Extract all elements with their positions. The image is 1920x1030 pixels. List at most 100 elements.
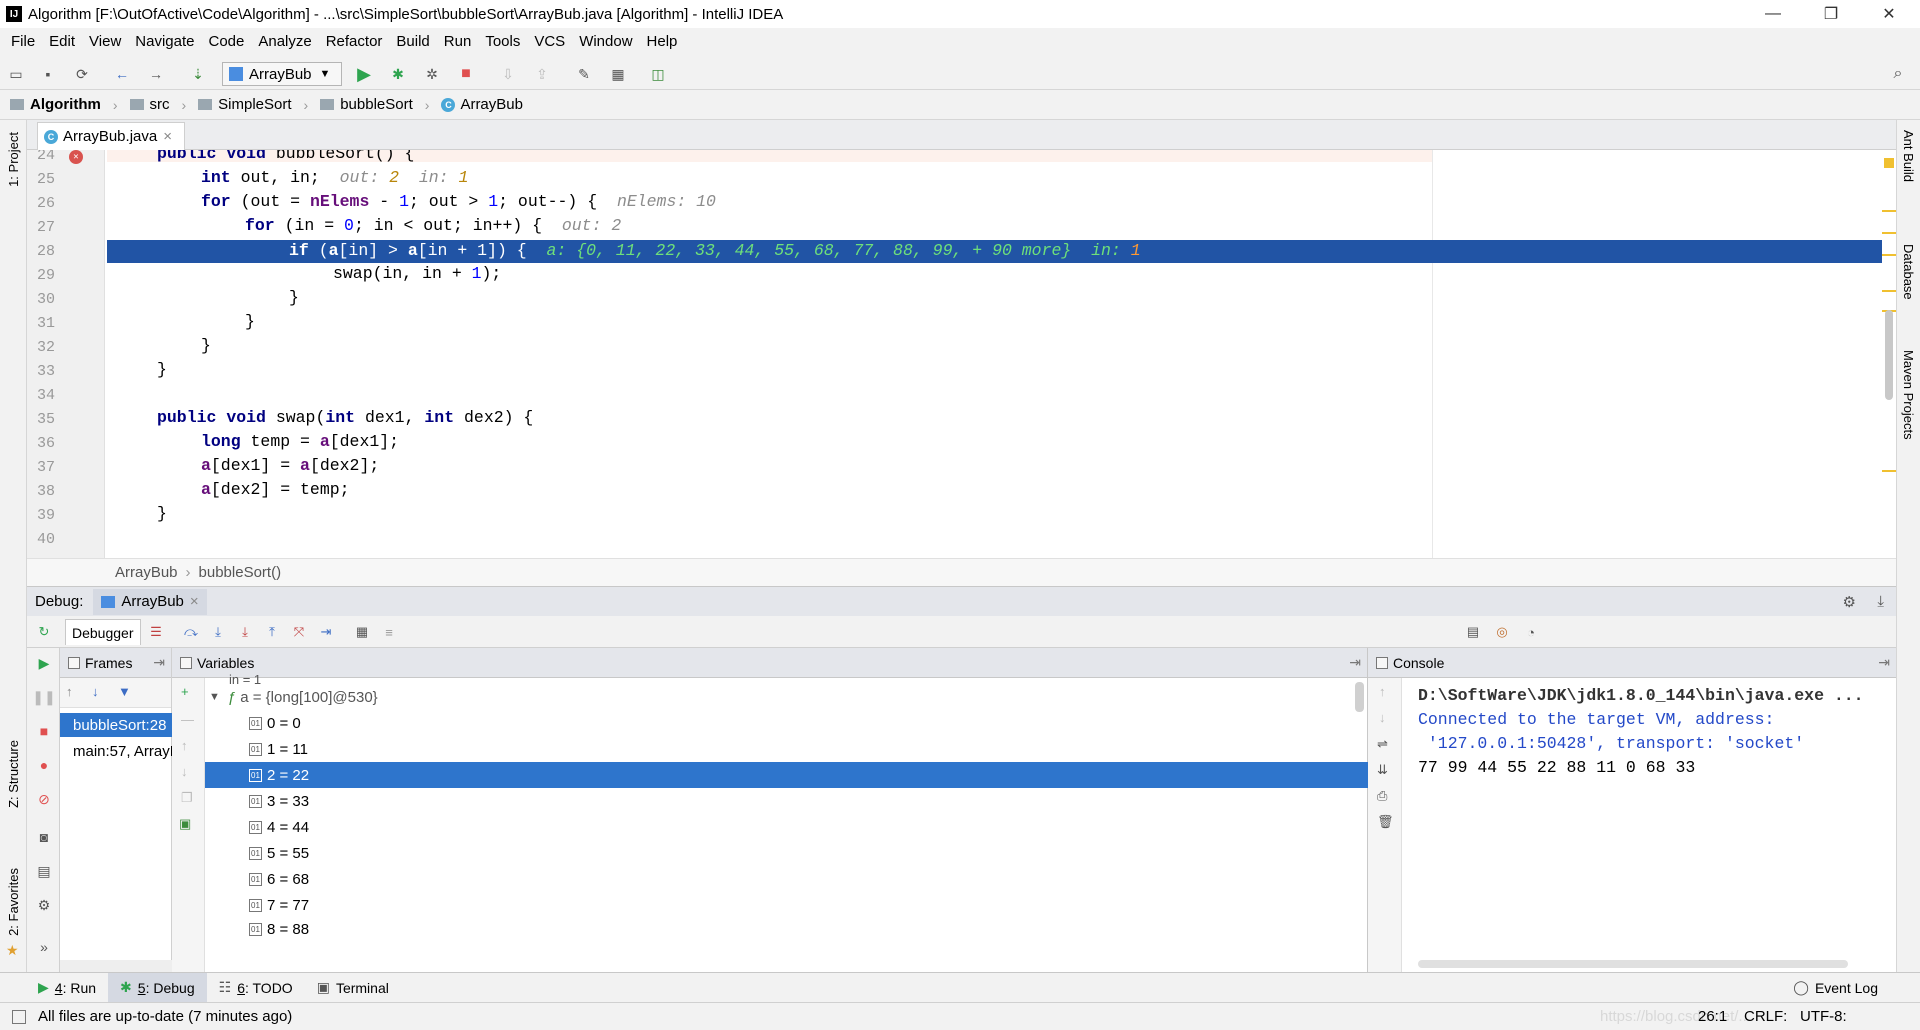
event-log-button[interactable]: ◯ Event Log <box>1781 973 1890 1003</box>
project-tool-button[interactable]: 1: Project <box>6 132 21 187</box>
camera-icon[interactable]: ◙ <box>35 828 53 846</box>
more-icon[interactable]: » <box>35 938 53 956</box>
settings-icon[interactable]: ✎ <box>574 64 594 84</box>
memory-icon[interactable]: ◎ <box>1493 623 1511 641</box>
forward-icon[interactable]: → <box>146 64 166 84</box>
error-stripe[interactable] <box>1882 150 1896 558</box>
step-out-icon[interactable]: ⤒ <box>263 623 281 641</box>
view-breakpoints-icon[interactable]: ● <box>35 756 53 774</box>
minimize-button[interactable]: — <box>1744 0 1802 28</box>
favorites-tool-button[interactable]: 2: Favorites <box>6 868 21 936</box>
close-button[interactable]: ✕ <box>1860 0 1918 28</box>
copy-icon[interactable]: ❐ <box>181 790 193 806</box>
var-row-item[interactable]: 01 7 = 77 <box>205 892 1368 918</box>
soft-wrap-icon[interactable]: ⇌ <box>1377 736 1388 752</box>
menu-view[interactable]: View <box>82 33 128 50</box>
back-icon[interactable]: ← <box>112 64 132 84</box>
trash-icon[interactable]: 🗑 <box>1377 814 1394 830</box>
expand-chevron-icon[interactable]: ▼ <box>209 691 220 703</box>
breadcrumb-project[interactable]: Algorithm <box>10 96 101 113</box>
close-session-icon[interactable]: × <box>190 593 199 610</box>
var-row-array[interactable]: ▼ ƒ a = {long[100]@530} <box>205 684 1368 710</box>
menu-vcs[interactable]: VCS <box>527 33 572 50</box>
editor-scrollbar[interactable] <box>1885 310 1893 400</box>
down-arrow-icon[interactable]: ↓ <box>1379 710 1386 725</box>
tab-arraybub-java[interactable]: C ArrayBub.java × <box>37 122 185 150</box>
breadcrumb-simplesort[interactable]: SimpleSort <box>198 96 292 113</box>
var-row-item-selected[interactable]: 01 2 = 22 <box>205 762 1368 788</box>
tool-tab-debug[interactable]: ✱ 5: Debug <box>108 972 207 1003</box>
vcs-update-icon[interactable]: ⇩ <box>498 64 518 84</box>
save-icon[interactable]: ▪ <box>38 64 58 84</box>
stop-icon[interactable]: ■ <box>456 64 476 84</box>
step-into-icon[interactable]: ⤓ <box>209 623 227 641</box>
menu-refactor[interactable]: Refactor <box>319 33 390 50</box>
up-arrow-icon[interactable]: ↑ <box>1379 684 1386 699</box>
overhead-icon[interactable]: ◔ <box>1522 623 1540 641</box>
debug-icon[interactable]: ✱ <box>388 64 408 84</box>
structure-tool-button[interactable]: Z: Structure <box>6 740 21 808</box>
project-structure-icon[interactable]: ▦ <box>608 64 628 84</box>
menu-tools[interactable]: Tools <box>478 33 527 50</box>
run-to-cursor-icon[interactable]: ⇥ <box>317 623 335 641</box>
vcs-commit-icon[interactable]: ⇪ <box>532 64 552 84</box>
file-encoding[interactable]: UTF-8: <box>1800 1008 1847 1025</box>
menu-build[interactable]: Build <box>389 33 436 50</box>
menu-help[interactable]: Help <box>640 33 685 50</box>
step-over-icon[interactable]: ⤼ <box>182 623 200 641</box>
database-tool-button[interactable]: Database <box>1901 244 1916 300</box>
var-row-item[interactable]: 01 4 = 44 <box>205 814 1368 840</box>
settings-icon[interactable]: ⚙ <box>35 896 53 914</box>
close-tab-icon[interactable]: × <box>163 128 172 145</box>
restore-button[interactable]: ❐ <box>1802 0 1860 28</box>
evaluate-expression-icon[interactable]: ▦ <box>353 623 371 641</box>
down-arrow-icon[interactable]: ↓ <box>92 684 99 699</box>
breadcrumb-class[interactable]: ArrayBub <box>115 564 178 581</box>
pin-icon[interactable]: ⇥ <box>1349 654 1361 671</box>
tool-tab-run[interactable]: ▶ 4: Run <box>26 973 108 1003</box>
scroll-to-end-icon[interactable]: ⇊ <box>1377 762 1388 778</box>
pause-icon[interactable]: ❚❚ <box>32 688 55 706</box>
tool-tab-terminal[interactable]: ▣ Terminal <box>305 973 401 1003</box>
variables-scrollbar[interactable] <box>1355 682 1364 712</box>
layout-icon[interactable]: ▤ <box>35 862 53 880</box>
restore-layout-icon[interactable]: ▤ <box>1464 623 1482 641</box>
move-down-icon[interactable]: ↓ <box>181 764 188 779</box>
frame-item-selected[interactable]: bubbleSort:28 <box>60 713 172 737</box>
menu-window[interactable]: Window <box>572 33 639 50</box>
breadcrumb-src[interactable]: src <box>129 96 170 113</box>
var-row-item[interactable]: 01 5 = 55 <box>205 840 1368 866</box>
sdk-icon[interactable]: ◫ <box>648 64 668 84</box>
pin-icon[interactable]: ⇥ <box>153 654 165 671</box>
search-everywhere-icon[interactable]: ⌕ <box>1888 64 1908 84</box>
code-editor[interactable]: 24 25 26 27 28 29 30 31 32 33 34 35 36 3… <box>27 150 1896 558</box>
menu-edit[interactable]: Edit <box>42 33 82 50</box>
breadcrumb-method[interactable]: bubbleSort() <box>199 564 282 581</box>
var-row-item[interactable]: 01 0 = 0 <box>205 710 1368 736</box>
status-toggle-icon[interactable] <box>12 1009 26 1024</box>
drop-frame-icon[interactable]: ⤧ <box>290 623 308 641</box>
menu-analyze[interactable]: Analyze <box>251 33 318 50</box>
breadcrumb-bubblesort[interactable]: bubbleSort <box>320 96 413 113</box>
var-row-item[interactable]: 01 3 = 33 <box>205 788 1368 814</box>
show-execution-point-icon[interactable]: ☰ <box>147 623 165 641</box>
sync-icon[interactable]: ⟳ <box>72 64 92 84</box>
watches-icon[interactable]: ▣ <box>179 816 191 832</box>
resume-icon[interactable]: ▶ <box>35 654 53 672</box>
ant-build-tool-button[interactable]: Ant Build <box>1901 130 1916 182</box>
console-scrollbar[interactable] <box>1418 960 1848 968</box>
var-row-item[interactable]: 01 1 = 11 <box>205 736 1368 762</box>
frames-scrollbar[interactable] <box>60 960 172 972</box>
menu-code[interactable]: Code <box>201 33 251 50</box>
coverage-icon[interactable]: ✲ <box>422 64 442 84</box>
run-config-dropdown[interactable]: ArrayBub ▼ <box>222 62 342 86</box>
stop-debug-icon[interactable]: ■ <box>35 722 53 740</box>
debug-session-tab[interactable]: ArrayBub × <box>93 588 207 615</box>
caret-position[interactable]: 26:1 <box>1698 1008 1727 1025</box>
move-up-icon[interactable]: ↑ <box>181 738 188 753</box>
print-icon[interactable]: ⎙ <box>1377 788 1387 804</box>
menu-file[interactable]: File <box>4 33 42 50</box>
force-step-into-icon[interactable]: ⤓ <box>236 623 254 641</box>
filter-icon[interactable]: ▼ <box>118 684 131 699</box>
maven-tool-button[interactable]: Maven Projects <box>1901 350 1916 440</box>
